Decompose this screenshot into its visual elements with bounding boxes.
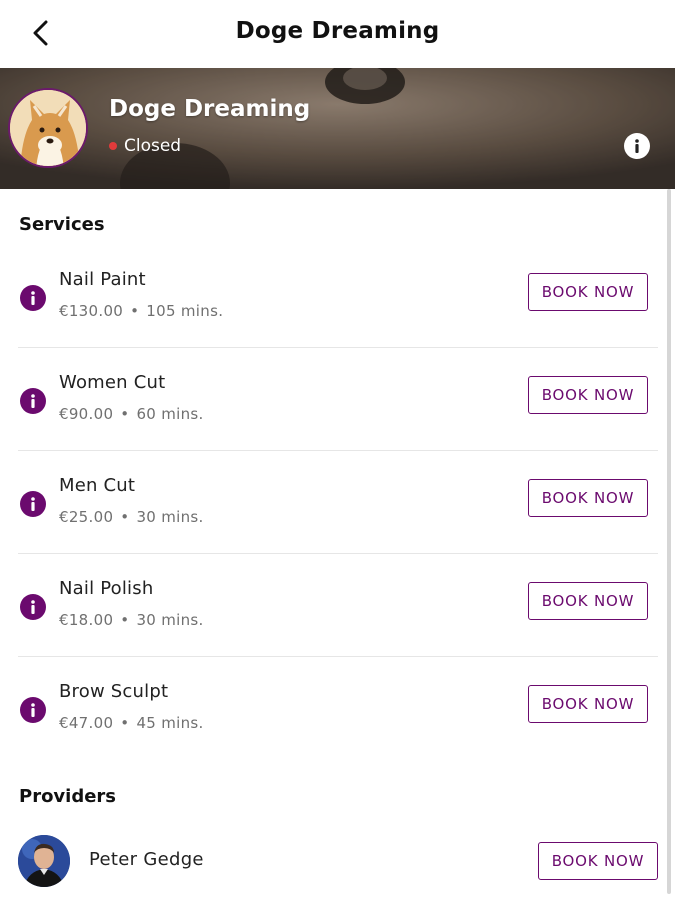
service-name: Brow Sculpt (59, 681, 169, 702)
service-name: Women Cut (59, 372, 166, 393)
service-price: €90.00 (59, 405, 114, 423)
status-label: Closed (124, 136, 182, 156)
providers-heading: Providers (19, 786, 117, 807)
service-item: Men Cut €25.00 • 30 mins. BOOK NOW (18, 451, 658, 554)
service-duration: 30 mins. (136, 508, 204, 526)
book-now-button[interactable]: BOOK NOW (528, 376, 648, 414)
provider-avatar (18, 835, 70, 887)
business-status: Closed (109, 136, 181, 156)
book-now-button[interactable]: BOOK NOW (538, 842, 658, 880)
business-name: Doge Dreaming (109, 96, 311, 122)
service-price-duration: €18.00 • 30 mins. (59, 611, 204, 629)
business-avatar (8, 88, 88, 168)
info-icon (31, 497, 35, 511)
service-duration: 105 mins. (146, 302, 224, 320)
service-duration: 45 mins. (136, 714, 204, 732)
service-item: Nail Polish €18.00 • 30 mins. BOOK NOW (18, 554, 658, 657)
service-name: Men Cut (59, 475, 136, 496)
provider-item: Peter Gedge BOOK NOW (18, 832, 663, 890)
service-price-duration: €130.00 • 105 mins. (59, 302, 223, 320)
service-price: €130.00 (59, 302, 124, 320)
info-icon (31, 600, 35, 614)
service-duration: 60 mins. (136, 405, 204, 423)
bullet-separator: • (120, 611, 130, 629)
service-price: €47.00 (59, 714, 114, 732)
person-photo-image (18, 835, 70, 887)
hero-background-image (0, 68, 675, 189)
book-now-button[interactable]: BOOK NOW (528, 479, 648, 517)
scrollbar[interactable] (667, 189, 671, 894)
service-info-button[interactable] (20, 285, 46, 311)
provider-name: Peter Gedge (89, 849, 204, 870)
service-info-button[interactable] (20, 491, 46, 517)
bullet-separator: • (120, 714, 130, 732)
info-icon (31, 291, 35, 305)
bullet-separator: • (120, 508, 130, 526)
service-price-duration: €25.00 • 30 mins. (59, 508, 204, 526)
services-heading: Services (19, 214, 105, 235)
service-duration: 30 mins. (136, 611, 204, 629)
bullet-separator: • (120, 405, 130, 423)
status-dot-icon (109, 142, 117, 150)
service-price: €25.00 (59, 508, 114, 526)
page-title: Doge Dreaming (235, 18, 440, 44)
book-now-button[interactable]: BOOK NOW (528, 685, 648, 723)
service-item: Women Cut €90.00 • 60 mins. BOOK NOW (18, 348, 658, 451)
service-info-button[interactable] (20, 697, 46, 723)
book-now-button[interactable]: BOOK NOW (528, 273, 648, 311)
book-now-button[interactable]: BOOK NOW (528, 582, 648, 620)
business-info-button[interactable] (624, 133, 650, 159)
service-item: Brow Sculpt €47.00 • 45 mins. BOOK NOW (18, 657, 658, 760)
bullet-separator: • (130, 302, 140, 320)
top-app-bar: Doge Dreaming (0, 0, 675, 68)
service-name: Nail Polish (59, 578, 154, 599)
service-price: €18.00 (59, 611, 114, 629)
business-hero-banner: Doge Dreaming Closed (0, 68, 675, 189)
service-info-button[interactable] (20, 388, 46, 414)
service-info-button[interactable] (20, 594, 46, 620)
info-icon (31, 703, 35, 717)
service-item: Nail Paint €130.00 • 105 mins. BOOK NOW (18, 245, 658, 348)
service-name: Nail Paint (59, 269, 146, 290)
info-icon (31, 394, 35, 408)
service-price-duration: €47.00 • 45 mins. (59, 714, 204, 732)
info-icon (635, 139, 639, 153)
service-price-duration: €90.00 • 60 mins. (59, 405, 204, 423)
